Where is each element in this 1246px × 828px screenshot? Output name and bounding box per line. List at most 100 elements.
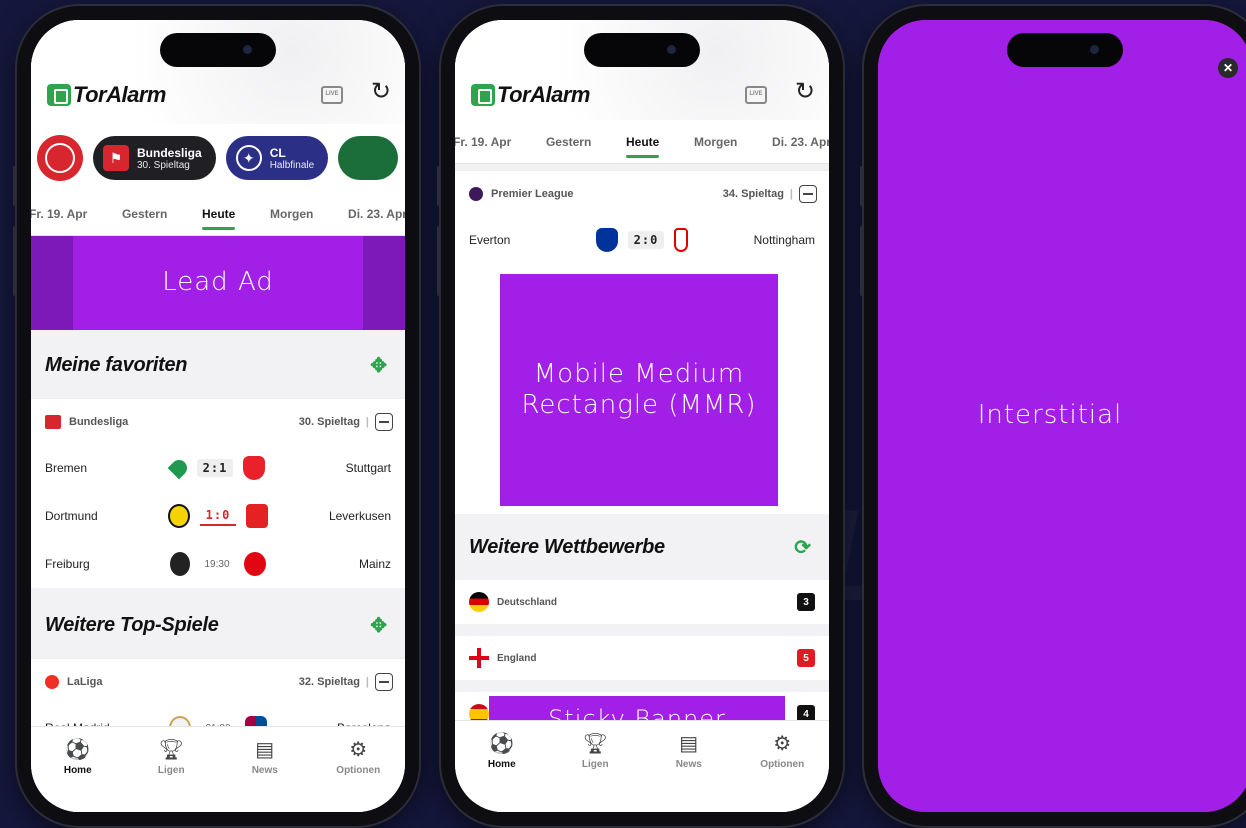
tab-home[interactable]: ⚽ Home [467,733,537,812]
trophy-badge-icon[interactable] [338,136,399,180]
date-tab[interactable]: Di. 23. Apr [342,192,405,236]
tab-label: Home [487,759,516,770]
phone-home-lead-ad: TorAlarm LIVE ↻ ⚑ Bundesliga 30. Spieltag… [13,6,419,826]
date-tab[interactable]: Gestern [540,120,597,164]
date-tab[interactable]: Morgen [688,120,743,164]
trophy-icon: 🏆︎ [158,739,184,761]
match-row[interactable]: Bremen 2:1 Stuttgart [31,444,405,492]
competition-subtitle: Halbfinale [269,159,315,171]
expand-icon[interactable]: ⟳ [794,535,811,560]
soccer-ball-icon: ⚽ [65,739,91,761]
interstitial-ad[interactable]: Interstitial [878,20,1246,812]
dortmund-crest-icon [167,504,190,528]
mainz-crest-icon [244,552,266,576]
away-team: Nottingham [753,233,815,247]
tab-optionen[interactable]: ⚙ Optionen [323,739,393,812]
tab-optionen[interactable]: ⚙ Optionen [747,733,817,812]
league-header-bundesliga[interactable]: Bundesliga 30. Spieltag | [31,398,405,444]
date-tab-today[interactable]: Heute [196,192,241,236]
tab-news[interactable]: ▤ News [230,739,300,812]
competitions-header: Weitere Wettbewerbe ⟳ [455,514,829,580]
league-name: Premier League [491,187,574,200]
away-team: Leverkusen [328,509,391,523]
tab-home[interactable]: ⚽ Home [43,739,113,812]
live-tv-icon[interactable]: LIVE [321,86,343,104]
country-row[interactable]: Deutschland 3 [455,580,829,630]
date-tab[interactable]: Gestern [116,192,173,236]
logo-icon [47,84,71,106]
newspaper-icon: ▤ [679,733,699,755]
app-logo: TorAlarm [471,82,590,108]
tab-label: Optionen [760,759,805,770]
collapse-icon[interactable] [375,672,393,691]
gear-icon: ⚙ [349,739,368,761]
phone-interstitial: ✕ Interstitial [860,6,1246,826]
lead-ad[interactable]: Lead Ad [31,236,405,330]
soccer-ball-icon: ⚽ [489,733,515,755]
collapse-icon[interactable] [375,412,393,431]
away-team: Stuttgart [345,461,391,475]
stuttgart-crest-icon [243,456,266,480]
logo-icon [471,84,495,106]
home-team: Dortmund [45,509,98,523]
close-icon[interactable]: ✕ [1218,58,1238,78]
date-tab[interactable]: Fr. 19. Apr [455,120,517,164]
league-header-premier-league[interactable]: Premier League 34. Spieltag | [455,170,829,216]
mmr-ad-label: Mobile Medium Rectangle (MMR) [521,358,757,420]
bundesliga-icon [45,414,61,429]
trophy-icon: 🏆︎ [582,733,608,755]
match-row[interactable]: Dortmund 1:0 Leverkusen [31,492,405,540]
lead-ad-label: Lead Ad [162,267,274,298]
competition-pill-bundesliga[interactable]: ⚑ Bundesliga 30. Spieltag [93,136,216,180]
top-games-header: Weitere Top-Spiele ✥ [31,592,405,658]
competition-strip[interactable]: ⚑ Bundesliga 30. Spieltag ✦ CL Halbfinale [31,124,405,192]
live-tv-icon[interactable]: LIVE [745,86,767,104]
tab-ligen[interactable]: 🏆︎ Ligen [560,733,630,812]
bremen-crest-icon [167,456,190,480]
competition-title: Bundesliga [137,145,202,160]
germany-flag-icon [469,592,489,612]
nottingham-crest-icon [674,228,689,252]
kickoff-time: 19:30 [204,558,230,570]
refresh-icon[interactable]: ↻ [795,80,815,104]
home-team: Freiburg [45,557,90,571]
lead-ad-inner: Lead Ad [73,236,363,330]
tab-label: Home [63,765,92,776]
phone-mmr-sticky: TorAlarm LIVE ↻ Fr. 19. Apr Gestern Heut… [437,6,843,826]
tab-news[interactable]: ▤ News [654,733,724,812]
refresh-icon[interactable]: ↻ [371,80,391,104]
newspaper-icon: ▤ [255,739,275,761]
collapse-icon[interactable] [799,184,817,203]
home-team: Everton [469,233,511,247]
premier-league-icon [469,186,483,201]
mmr-ad[interactable]: Mobile Medium Rectangle (MMR) [500,274,778,506]
gear-icon: ⚙ [773,733,792,755]
match-row[interactable]: Everton 2:0 Nottingham [455,216,829,264]
date-tab-today[interactable]: Heute [620,120,665,164]
expand-icon[interactable]: ✥ [370,613,387,638]
date-tab[interactable]: Di. 23. Apr [766,120,829,164]
competition-subtitle: 30. Spieltag [137,159,190,171]
tab-ligen[interactable]: 🏆︎ Ligen [136,739,206,812]
date-tab[interactable]: Fr. 19. Apr [31,192,93,236]
match-row[interactable]: Freiburg 19:30 Mainz [31,540,405,588]
section-title: Weitere Wettbewerbe [469,535,665,558]
bottom-tab-bar: ⚽ Home 🏆︎ Ligen ▤ News ⚙ Optionen [455,720,829,812]
round-label: 30. Spieltag [298,415,360,428]
date-tab[interactable]: Morgen [264,192,319,236]
competition-title: CL [269,145,286,160]
app-logo: TorAlarm [47,82,166,108]
country-row[interactable]: England 5 [455,636,829,686]
competition-pill-cl[interactable]: ✦ CL Halbfinale [225,136,329,180]
bundesliga-icon: ⚑ [103,145,129,171]
match-count-badge: 5 [797,649,815,667]
dynamic-island [1007,33,1123,67]
home-team: Bremen [45,461,88,475]
england-flag-icon [469,648,489,668]
expand-icon[interactable]: ✥ [370,353,387,378]
freiburg-crest-icon [170,552,190,576]
bayern-badge-icon[interactable] [37,135,83,181]
score: 2:1 [196,459,234,477]
league-header-laliga[interactable]: LaLiga 32. Spieltag | [31,658,405,704]
country-name: England [497,652,537,664]
